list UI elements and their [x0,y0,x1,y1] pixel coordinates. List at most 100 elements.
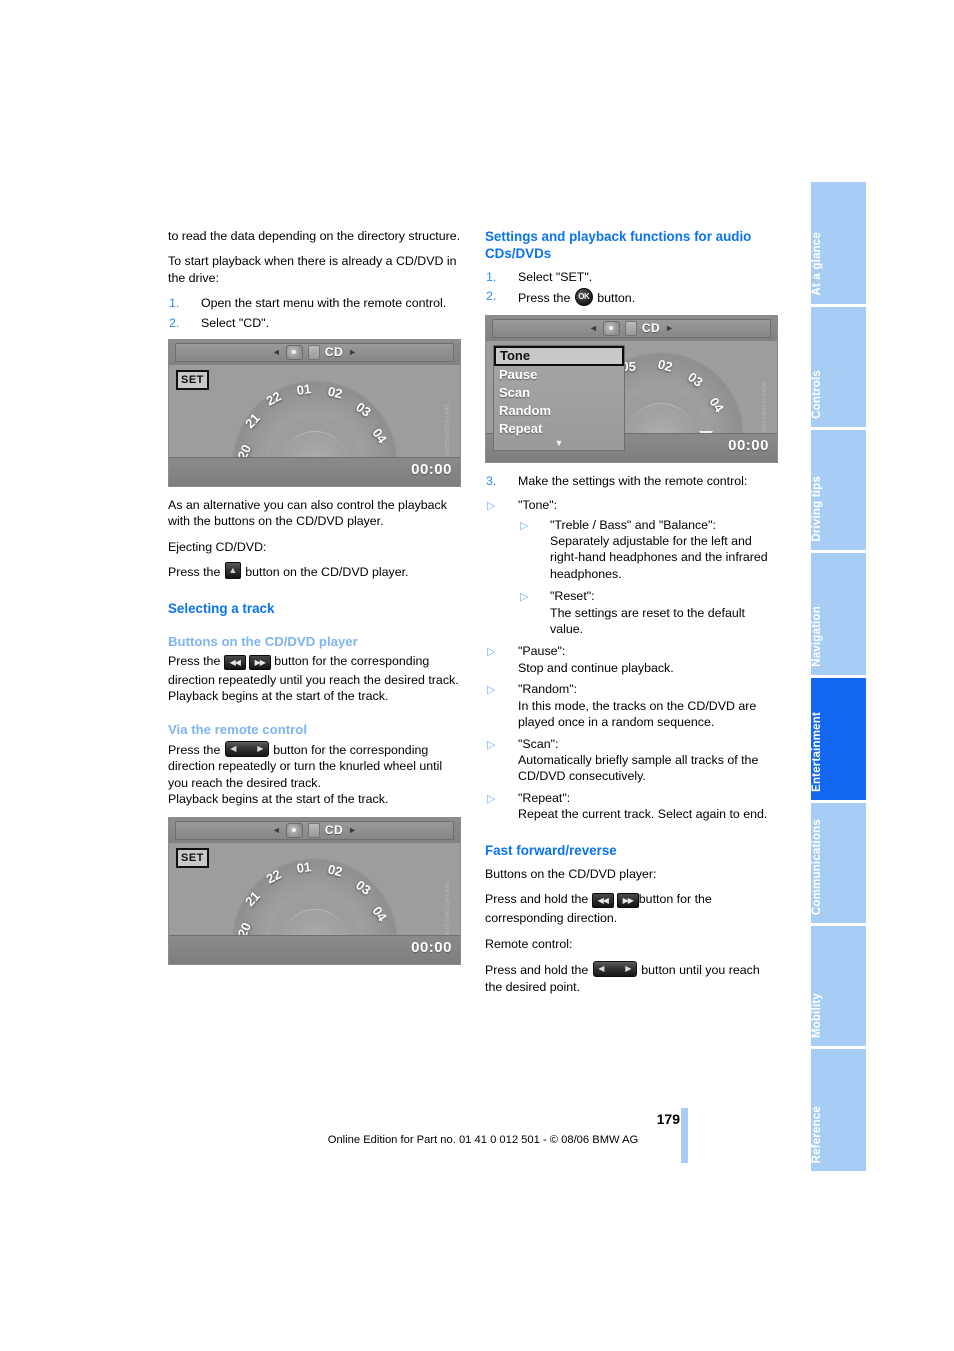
sub-bullet-body: Separately adjustable for the left and r… [550,534,768,581]
manual-page: to read the data depending on the direct… [0,0,954,1351]
screen-content: 05 02 03 04 Tone Pause Scan Random Repea… [486,340,777,462]
track-number: 02 [325,383,344,402]
bullet-title: "Repeat": [518,790,571,805]
playback-time: 00:00 [411,938,452,956]
chevron-left-icon: ◄ [271,347,281,358]
tab-label: Navigation [811,606,823,667]
menu-scroll-down-icon[interactable]: ▼ [494,438,624,450]
rocker-button-icon: ◀ ▶ [224,740,269,757]
disc-slot-icon [307,345,320,361]
tab-label: Communications [811,818,823,915]
screen-source-label: CD [324,345,344,360]
track-number: 04 [368,425,390,447]
ok-button-icon: OK [574,288,593,307]
step-text: Open the start menu with the remote cont… [201,296,447,311]
track-number: 03 [684,369,706,390]
tab-communications[interactable]: Communications [811,803,866,923]
tab-label: Controls [811,370,823,419]
list-item: ▷ "Reset": The settings are reset to the… [518,588,778,637]
heading-settings-playback: Settings and playback functions for audi… [485,229,752,261]
figure-cd-display-3: ◄ CD ► SET 20 21 22 01 02 03 04 00:00 01… [168,816,461,965]
menu-item-scan[interactable]: Scan [494,384,624,402]
bullet-title: "Random": [518,682,578,697]
eject-label: Ejecting CD/DVD: [168,539,267,554]
cd-player-screen: ◄ CD ► SET 20 21 22 01 02 03 04 00:00 01… [168,816,461,965]
tab-navigation[interactable]: Navigation [811,553,866,675]
page-number: 179 [656,1111,680,1127]
set-badge: SET [176,370,209,391]
disc-slot-icon [307,822,320,838]
step-text: Make the settings with the remote contro… [518,473,748,488]
ff-player-text-before: Press and hold the [485,891,589,906]
screen-title-bar: ◄ CD ► [169,817,460,844]
arrow-right-icon: ▶ [257,743,264,753]
alternative-control-paragraph: As an alternative you can also control t… [168,498,447,529]
bullet-body: In this mode, the tracks on the CD/DVD a… [518,698,757,730]
tab-controls[interactable]: Controls [811,307,866,427]
skip-buttons-icon: ◀◀ ▶▶ [591,892,639,910]
ff-remote-text-before: Press and hold the [485,963,589,978]
settings-steps: 1. Select "SET". 2. Press the OK button. [485,269,778,307]
list-item: ▷ "Pause": Stop and continue playback. [485,643,778,676]
playback-time: 00:00 [728,436,769,454]
tab-mobility[interactable]: Mobility [811,926,866,1046]
ff-player-instruction: Press and hold the ◀◀ ▶▶ button for the c… [485,891,778,927]
list-item: ▷ "Random": In this mode, the tracks on … [485,681,778,730]
list-item: 2. Press the OK button. [485,288,778,307]
remote-instruction: Press the ◀ ▶ button for the correspondin… [168,740,461,791]
track-number: 22 [263,388,284,409]
menu-item-repeat[interactable]: Repeat [494,420,624,438]
chevron-right-icon: ► [348,347,358,358]
tab-reference[interactable]: Reference [811,1049,866,1171]
menu-item-random[interactable]: Random [494,402,624,420]
triangle-bullet-icon: ▷ [487,500,496,513]
track-number: 21 [241,410,263,432]
figure-cd-settings-menu: ◄ CD ► 05 02 03 04 Tone Pause Scan Rando… [485,314,778,463]
menu-item-pause[interactable]: Pause [494,366,624,384]
screen-source-label: CD [324,822,344,837]
skip-buttons-icon: ◀◀ ▶▶ [223,654,271,672]
step-text-after: button. [597,291,636,306]
track-number: 03 [352,399,374,420]
heading-selecting-a-track: Selecting a track [168,600,275,616]
menu-item-tone[interactable]: Tone [494,345,624,366]
screen-content: SET 20 21 22 01 02 03 04 [169,365,460,487]
figure-code: 01879M2J3P1A4E [444,880,451,934]
triangle-bullet-icon: ▷ [520,591,529,604]
buttons-player-text-before: Press the [168,653,221,668]
cd-player-screen: ◄ CD ► 05 02 03 04 Tone Pause Scan Rando… [485,314,778,463]
ff-remote-instruction: Press and hold the ◀ ▶ button until you r… [485,961,778,995]
ff-remote-label: Remote control: [485,936,573,951]
chevron-left-icon: ◄ [588,323,598,334]
tab-label: At a glance [811,232,823,296]
eject-instruction: Press the ▲ button on the CD/DVD player. [168,562,461,580]
list-item: ▷ "Tone": ▷ "Treble / Bass" and "Balance… [485,497,778,637]
tab-at-a-glance[interactable]: At a glance [811,182,866,304]
tab-label: Driving tips [811,476,823,542]
intro-paragraph-2: To start playback when there is already … [168,254,457,285]
bullet-title: "Tone": [518,498,558,513]
list-item: 1. Select "SET". [485,269,778,285]
footer-copyright: Online Edition for Part no. 01 41 0 012 … [0,1134,954,1146]
list-item: 3. Make the settings with the remote con… [485,473,778,489]
skip-back-icon: ◀◀ [591,892,614,908]
list-item: ▷ "Repeat": Repeat the current track. Se… [485,790,778,823]
eject-icon: ▲ [224,562,241,580]
start-playback-steps: 1. Open the start menu with the remote c… [168,295,461,331]
triangle-bullet-icon: ▷ [487,738,496,751]
subheading-via-remote-control: Via the remote control [168,721,307,737]
tab-entertainment[interactable]: Entertainment [811,678,866,800]
ok-label: OK [578,292,590,302]
list-item: ▷ "Scan": Automatically briefly sample a… [485,736,778,785]
sub-bullet-title: "Reset": [550,589,595,604]
tab-driving-tips[interactable]: Driving tips [811,430,866,550]
screen-title-bar: ◄ CD ► [169,340,460,367]
step-number: 1. [486,270,497,284]
step-text-before: Press the [518,291,571,306]
settings-popup-menu[interactable]: Tone Pause Scan Random Repeat ▼ [493,344,625,451]
triangle-bullet-icon: ▷ [487,646,496,659]
bullet-title: "Pause": [518,644,566,659]
screen-content: SET 20 21 22 01 02 03 04 [169,842,460,964]
eject-text-before: Press the [168,565,221,580]
chevron-left-icon: ◄ [271,824,281,835]
